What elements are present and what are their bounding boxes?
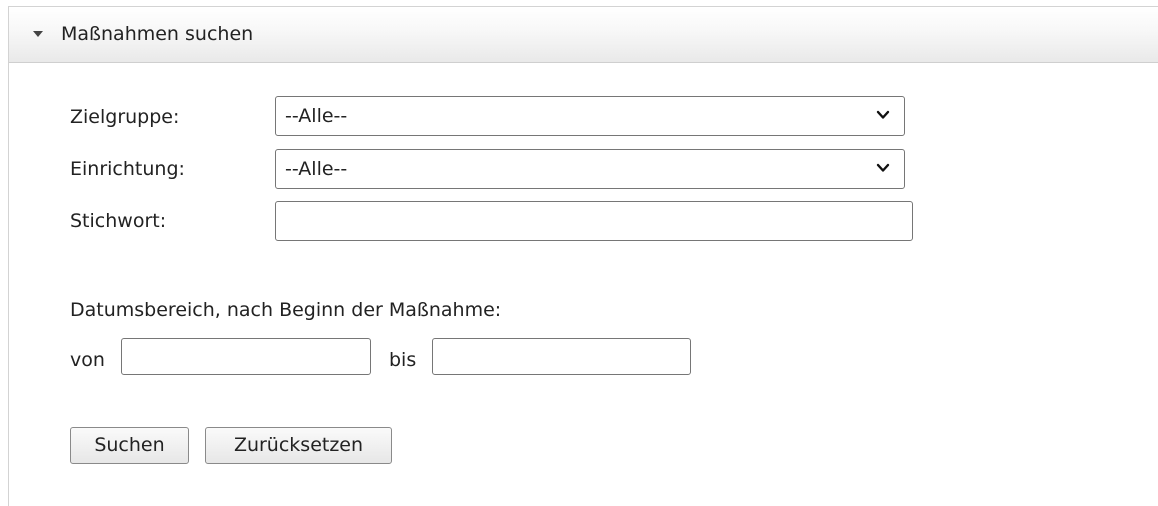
zielgruppe-select[interactable]: --Alle-- (275, 96, 905, 136)
panel-header[interactable]: Maßnahmen suchen (9, 7, 1158, 63)
date-range-heading: Datumsbereich, nach Beginn der Maßnahme: (70, 299, 502, 321)
stichwort-label: Stichwort: (70, 210, 167, 232)
einrichtung-label: Einrichtung: (70, 158, 185, 180)
chevron-down-icon (876, 110, 890, 119)
from-date-label: von (70, 349, 105, 371)
search-button[interactable]: Suchen (70, 427, 189, 464)
panel-title: Maßnahmen suchen (61, 23, 254, 45)
reset-button[interactable]: Zurücksetzen (205, 427, 392, 464)
search-panel: Maßnahmen suchen Zielgruppe: --Alle-- Ei… (8, 6, 1158, 506)
to-date-label: bis (389, 349, 417, 371)
einrichtung-selected-value: --Alle-- (285, 158, 348, 180)
zielgruppe-label: Zielgruppe: (70, 106, 180, 128)
from-date-input[interactable] (121, 338, 371, 375)
to-date-input[interactable] (432, 338, 691, 375)
einrichtung-select[interactable]: --Alle-- (275, 149, 905, 189)
zielgruppe-selected-value: --Alle-- (285, 105, 348, 127)
stichwort-input[interactable] (275, 201, 913, 241)
chevron-down-icon (876, 163, 890, 172)
collapse-triangle-icon[interactable] (33, 31, 43, 37)
